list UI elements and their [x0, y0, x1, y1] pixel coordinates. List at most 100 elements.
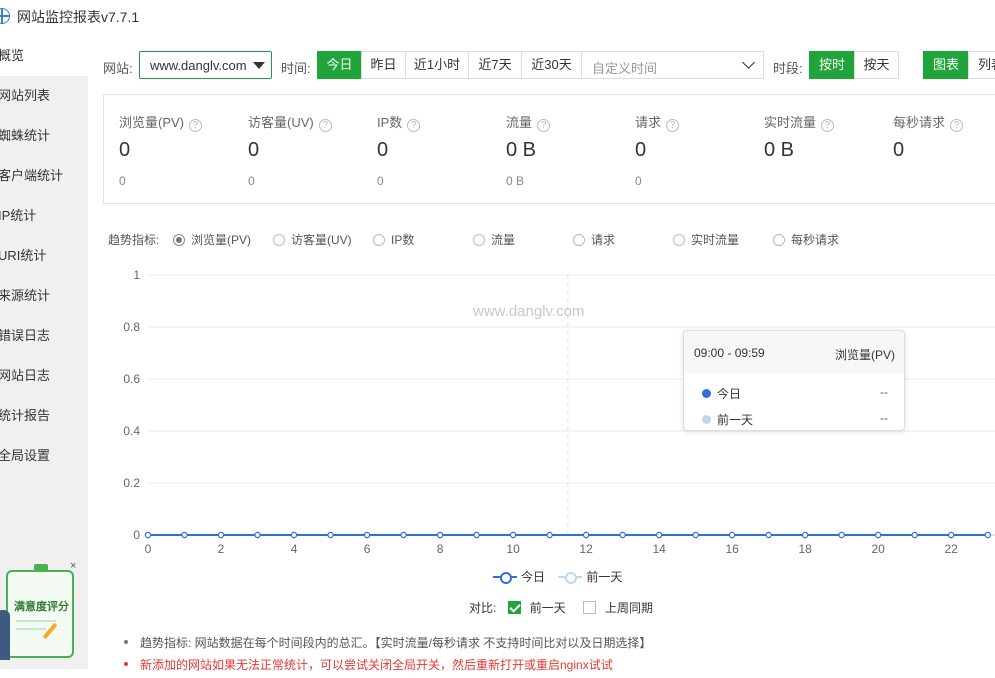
series-point	[473, 531, 480, 539]
time-button-7-days[interactable]: 近7天	[468, 51, 522, 79]
sidebar-item-referer-stats[interactable]: 来源统计	[0, 276, 88, 316]
help-icon[interactable]: ?	[407, 119, 421, 132]
stat-sub-value: 0 B	[506, 174, 525, 188]
help-icon[interactable]: ?	[950, 119, 964, 132]
sidebar-item-report[interactable]: 统计报告	[0, 396, 88, 436]
custom-time-picker[interactable]: 自定义时间	[581, 51, 764, 79]
legend-item-prev-day[interactable]: 前一天	[558, 568, 622, 585]
radio-label: 浏览量(PV)	[191, 233, 252, 247]
sidebar-item-spider-stats[interactable]: 蜘蛛统计	[0, 116, 88, 156]
stat-value: 0	[377, 139, 389, 161]
help-icon[interactable]: ?	[318, 119, 332, 132]
help-icon[interactable]: ?	[189, 119, 203, 132]
site-label: 网站:	[103, 61, 133, 76]
series-point	[436, 531, 444, 539]
stat-value: 0	[248, 139, 260, 161]
sidebar-item-site-log[interactable]: 网站日志	[0, 356, 88, 396]
series-point	[619, 531, 626, 539]
trend-radio-rps[interactable]: 每秒请求	[773, 231, 839, 248]
help-icon[interactable]: ?	[666, 119, 680, 132]
x-tick-label: 10	[506, 542, 520, 556]
view-button-list[interactable]: 列表	[968, 51, 995, 79]
trend-radio-traffic[interactable]: 流量	[473, 231, 515, 248]
rating-badge[interactable]: × 满意度评分	[0, 560, 80, 669]
help-icon[interactable]: ?	[537, 119, 551, 132]
series-point	[801, 531, 809, 539]
legend-item-today[interactable]: 今日	[493, 568, 545, 585]
series-point	[400, 531, 407, 539]
radio-label: 每秒请求	[791, 233, 840, 247]
help-icon[interactable]: ?	[821, 119, 835, 132]
trend-radio-pv[interactable]: 浏览量(PV)	[173, 231, 251, 248]
y-tick-label: 0.4	[123, 424, 140, 438]
sidebar-item-global-settings[interactable]: 全局设置	[0, 436, 88, 476]
stat-sub-value: 0	[248, 174, 255, 188]
trend-radio-ip[interactable]: IP数	[373, 231, 414, 248]
x-tick-label: 14	[652, 542, 666, 556]
sidebar-item-label: IP统计	[0, 208, 37, 223]
stat-value: 0	[119, 139, 131, 161]
stat-traffic: 流量? 0 B 0 B	[491, 95, 619, 205]
site-select[interactable]: www.danglv.com	[139, 51, 272, 79]
sidebar-item-label: 来源统计	[0, 288, 51, 303]
tooltip-row-value: --	[880, 385, 888, 399]
sidebar-item-error-log[interactable]: 错误日志	[0, 316, 88, 356]
x-tick-label: 8	[437, 542, 444, 556]
series-point	[327, 531, 334, 539]
series-point	[509, 531, 517, 539]
sidebar-item-ip-stats[interactable]: IP统计	[0, 196, 88, 236]
stat-uv: 访客量(UV)? 0 0	[233, 95, 361, 205]
radio-label: 访客量(UV)	[291, 233, 352, 247]
title-bar: 网站监控报表v7.7.1	[0, 0, 995, 36]
stat-requests: 请求? 0 0	[620, 95, 748, 205]
legend-label: 今日	[521, 570, 546, 584]
period-button-daily[interactable]: 按天	[854, 51, 899, 79]
series-point	[874, 531, 882, 539]
tooltip-row-today: 今日 --	[702, 385, 888, 402]
sidebar-item-uri-stats[interactable]: URI统计	[0, 236, 88, 276]
stat-name: IP数	[377, 115, 403, 130]
view-button-chart[interactable]: 图表	[923, 51, 969, 79]
sidebar-item-label: 网站列表	[0, 88, 51, 103]
site-select-value: www.danglv.com	[150, 58, 247, 73]
compare-option-prev-day[interactable]: 前一天	[500, 601, 566, 615]
note-item: 新添加的网站如果无法正常统计，可以尝试关闭全局开关，然后重新打开或重启nginx…	[120, 656, 995, 678]
stat-pv: 浏览量(PV)? 0 0	[104, 95, 232, 205]
stat-value: 0	[635, 139, 647, 161]
stat-name: 实时流量	[764, 115, 817, 130]
y-tick-label: 0.6	[123, 372, 140, 386]
checkbox-icon[interactable]	[507, 601, 521, 614]
globe-icon	[0, 8, 10, 24]
sidebar-item-label: URI统计	[0, 248, 47, 263]
time-button-30-days[interactable]: 近30天	[521, 51, 582, 79]
radio-icon	[473, 234, 485, 246]
sidebar-item-overview[interactable]: 概览	[0, 36, 88, 76]
time-button-yesterday[interactable]: 昨日	[361, 51, 406, 79]
y-tick-label: 1	[133, 268, 140, 282]
x-tick-label: 16	[725, 542, 739, 556]
radio-label: 实时流量	[691, 233, 740, 247]
radio-icon	[673, 234, 685, 246]
compare-option-last-week[interactable]: 上周同期	[575, 601, 653, 615]
stat-name: 请求	[635, 115, 662, 130]
checkbox-icon[interactable]	[583, 601, 597, 614]
series-point	[144, 531, 152, 539]
period-button-hourly[interactable]: 按时	[809, 51, 855, 79]
trend-radio-uv[interactable]: 访客量(UV)	[273, 231, 352, 248]
trend-radio-realtime-traffic[interactable]: 实时流量	[673, 231, 739, 248]
chart-tooltip: 09:00 - 09:59 浏览量(PV) 今日 -- 前一天 --	[683, 330, 905, 431]
stat-value: 0	[893, 139, 905, 161]
time-button-last-hour[interactable]: 近1小时	[405, 51, 469, 79]
series-point	[984, 531, 991, 539]
sidebar-item-client-stats[interactable]: 客户端统计	[0, 156, 88, 196]
time-button-today[interactable]: 今日	[317, 51, 362, 79]
radio-icon	[573, 234, 585, 246]
series-point	[254, 531, 261, 539]
compare-label: 对比:	[469, 601, 497, 615]
series-point	[911, 531, 918, 539]
chevron-down-icon	[742, 56, 755, 69]
series-point	[582, 531, 590, 539]
trend-chart[interactable]: 0 0.2 0.4 0.6 0.8 1 0 2 4 6 8 10 12 14 16 18 20 22 www.da…	[103, 260, 995, 560]
sidebar-item-site-list[interactable]: 网站列表	[0, 76, 88, 116]
trend-radio-requests[interactable]: 请求	[573, 231, 615, 248]
